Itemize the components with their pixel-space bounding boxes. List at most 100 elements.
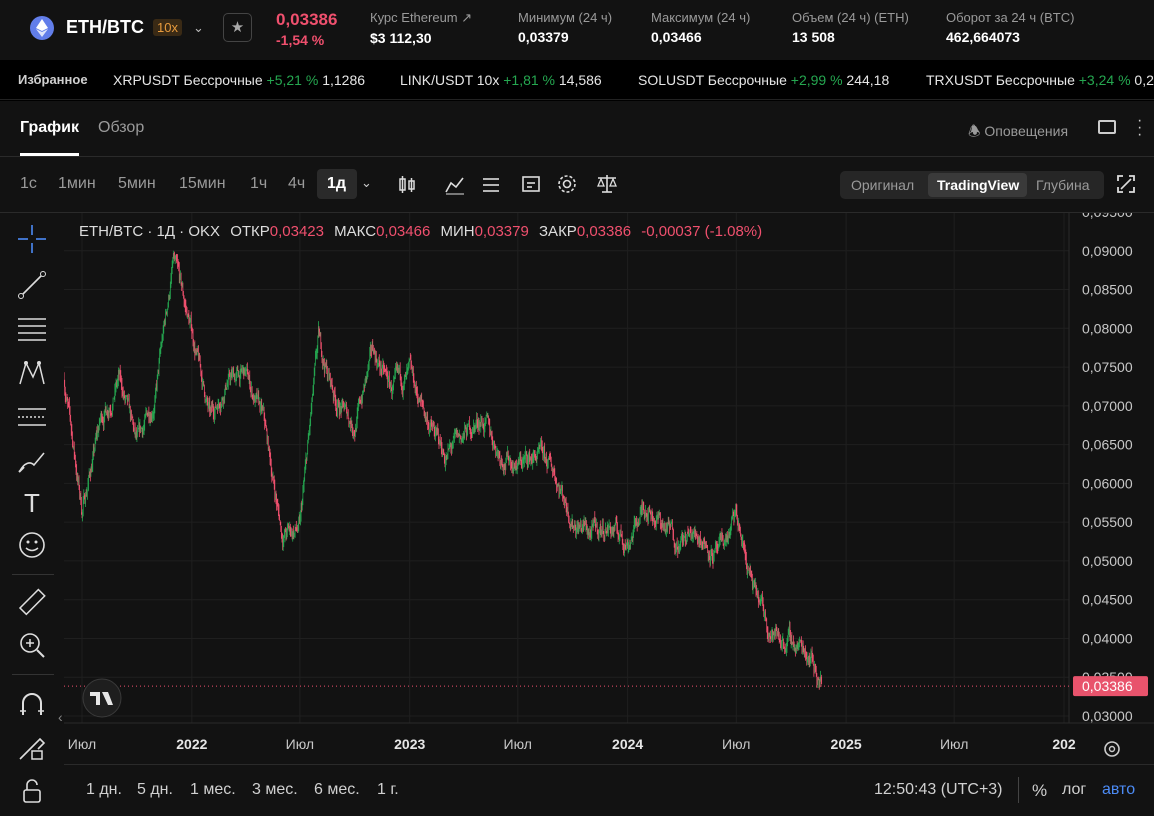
view-original[interactable]: Оригинал [851,177,914,193]
price-chart[interactable]: 0,09500 0,09000 0,08500 0,08000 0,07500 0,070… [64,213,1154,764]
legend-open-label: ОТКР [230,223,270,240]
price-axis-label: 0,08500 [1082,282,1133,298]
legend-close: 0,03386 [576,223,632,240]
stat-value: 462,664073 [946,29,1020,45]
favorites-ticker: Избранное XRPUSDT Бессрочные +5,21 % 1,1… [0,60,1154,100]
range-6m[interactable]: 6 мес. [314,781,360,799]
trend-line-icon[interactable] [16,269,48,301]
ticker-change: +3,24 % [1078,72,1131,88]
percent-toggle[interactable]: % [1032,781,1047,801]
time-axis-label: 202 [1052,736,1076,752]
legend-high: 0,03466 [376,223,431,240]
templates-icon[interactable] [481,175,501,195]
last-price: 0,03386 [276,10,338,29]
alerts-button[interactable]: 🕭 Оповещения [968,121,1068,145]
stat-label: Объем (24 ч) (ETH) [792,10,909,25]
text-tool-icon[interactable]: T [16,487,48,519]
ticker-item[interactable]: SOLUSDT Бессрочные +2,99 % 244,18 [638,72,889,88]
alerts-label: Оповещения [984,123,1069,139]
tab-chart[interactable]: График [20,119,79,137]
unlock-icon[interactable] [16,775,48,807]
pattern-icon[interactable] [16,357,48,389]
timeframe-1s[interactable]: 1с [20,175,37,193]
view-depth[interactable]: Глубина [1036,177,1089,193]
legend-open: 0,03423 [269,223,324,240]
external-link-icon[interactable]: ↗ [461,10,472,25]
stat-volume-24h: Объем (24 ч) (ETH) 13 508 [792,10,909,45]
fullscreen-icon[interactable] [1117,175,1135,193]
ticker-price: 0,2 [1134,72,1154,88]
divider [1018,777,1019,803]
brush-icon[interactable] [16,445,48,477]
range-1d[interactable]: 1 дн. [86,781,122,799]
indicators-icon[interactable] [445,175,465,195]
emoji-icon[interactable] [16,529,48,561]
gear-icon[interactable] [557,174,577,194]
view-tradingview[interactable]: TradingView [937,177,1019,193]
chevron-down-icon[interactable]: ⌄ [193,20,204,36]
stat-value: 0,03466 [651,29,702,45]
layout-toggle-icon[interactable] [1098,120,1116,134]
price-axis-label: 0,05000 [1082,553,1133,569]
ticker-name: XRPUSDT Бессрочные [113,72,263,88]
divider [12,574,54,575]
star-icon: ★ [230,19,245,36]
favorite-star-button[interactable]: ★ [223,13,252,42]
price-axis-label: 0,07500 [1082,359,1133,375]
timeframe-1d-label: 1д [327,175,347,192]
tab-overview[interactable]: Обзор [98,119,144,137]
favorites-label: Избранное [18,72,88,87]
range-bar: 1 дн. 5 дн. 1 мес. 3 мес. 6 мес. 1 г. 12… [64,764,1154,816]
timeframe-1d-active[interactable]: 1д [317,169,357,199]
range-5d[interactable]: 5 дн. [137,781,173,799]
drawing-tools-sidebar: T ‹ [0,213,64,816]
stat-label: Курс Ethereum [370,10,458,25]
ticker-item[interactable]: XRPUSDT Бессрочные +5,21 % 1,1286 [113,72,365,88]
stat-turnover-24h: Оборот за 24 ч (BTC) 462,664073 [946,10,1074,45]
fib-retracement-icon[interactable] [16,313,48,345]
time-axis-label: Июл [504,736,532,752]
bell-icon: 🕭 [968,123,981,139]
chevron-down-icon[interactable]: ⌄ [361,175,372,191]
zoom-in-icon[interactable] [16,629,48,661]
lock-drawing-icon[interactable] [16,731,48,763]
prediction-icon[interactable] [16,401,48,433]
time-axis-label: 2024 [612,736,643,752]
tradingview-logo-icon[interactable] [82,678,122,718]
legend-change: -0,00037 (-1.08%) [641,223,763,240]
clock-timezone[interactable]: 12:50:43 (UTC+3) [874,781,1003,799]
ticker-change: +5,21 % [266,72,319,88]
stat-label: Минимум (24 ч) [518,10,613,25]
magnet-icon[interactable] [16,689,48,721]
price-axis-label: 0,07000 [1082,398,1133,414]
active-tab-indicator [20,153,79,156]
log-toggle[interactable]: лог [1062,781,1086,799]
timeframe-1m[interactable]: 1мин [58,175,96,193]
leverage-badge: 10x [153,19,182,36]
collapse-sidebar-icon[interactable]: ‹ [58,709,63,725]
stat-label: Максимум (24 ч) [651,10,751,25]
auto-toggle[interactable]: авто [1102,781,1135,799]
stat-value: 13 508 [792,29,835,45]
range-1m[interactable]: 1 мес. [190,781,236,799]
timeframe-5m[interactable]: 5мин [118,175,156,193]
ticker-name: SOLUSDT Бессрочные [638,72,787,88]
timeframe-15m[interactable]: 15мин [179,175,226,193]
ticker-item[interactable]: TRXUSDT Бессрочные +3,24 % 0,2 [926,72,1154,88]
pair-name[interactable]: ETH/BTC [66,17,144,38]
time-axis-label: 2025 [831,736,862,752]
candles-icon[interactable] [397,175,417,195]
replay-icon[interactable] [521,174,541,194]
ruler-icon[interactable] [16,587,48,619]
ticker-item[interactable]: LINK/USDT 10x +1,81 % 14,586 [400,72,602,88]
divider [12,674,54,675]
stat-eth-rate[interactable]: Курс Ethereum ↗ $3 112,30 [370,10,472,46]
crosshair-icon[interactable] [16,223,48,255]
price-axis-label: 0,04000 [1082,630,1133,646]
compare-scales-icon[interactable] [596,174,618,194]
timeframe-1h[interactable]: 1ч [250,175,267,193]
more-vertical-icon[interactable]: · · · [1137,113,1142,143]
range-3m[interactable]: 3 мес. [252,781,298,799]
range-1y[interactable]: 1 г. [377,781,399,799]
timeframe-4h[interactable]: 4ч [288,175,305,193]
